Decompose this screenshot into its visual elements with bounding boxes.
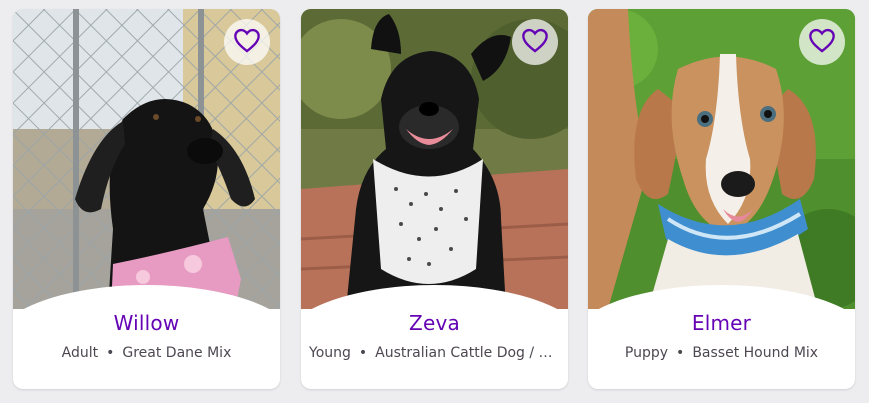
meta-separator: • (676, 345, 685, 361)
pet-breed: Great Dane Mix (122, 345, 232, 361)
meta-separator: • (106, 345, 115, 361)
heart-outline-icon (808, 27, 836, 57)
pet-card-grid: Willow Adult • Great Dane Mix Zeva Young… (0, 0, 869, 403)
pet-meta: Young • Australian Cattle Dog / B... (309, 345, 560, 361)
pet-name[interactable]: Zeva (301, 311, 568, 335)
pet-card-zeva[interactable]: Zeva Young • Australian Cattle Dog / B... (301, 9, 568, 389)
heart-outline-icon (521, 27, 549, 57)
pet-age: Puppy (624, 345, 669, 361)
heart-outline-icon (233, 27, 261, 57)
favorite-button[interactable] (224, 19, 270, 65)
pet-age: Young (309, 345, 351, 361)
pet-breed: Australian Cattle Dog / B... (375, 345, 560, 361)
pet-name[interactable]: Willow (13, 311, 280, 335)
meta-separator: • (358, 345, 368, 361)
pet-meta: Puppy • Basset Hound Mix (596, 345, 847, 361)
pet-breed: Basset Hound Mix (692, 345, 819, 361)
pet-meta: Adult • Great Dane Mix (21, 345, 272, 361)
pet-name[interactable]: Elmer (588, 311, 855, 335)
pet-card-elmer[interactable]: Elmer Puppy • Basset Hound Mix (588, 9, 855, 389)
pet-card-willow[interactable]: Willow Adult • Great Dane Mix (13, 9, 280, 389)
favorite-button[interactable] (512, 19, 558, 65)
favorite-button[interactable] (799, 19, 845, 65)
pet-age: Adult (61, 345, 99, 361)
